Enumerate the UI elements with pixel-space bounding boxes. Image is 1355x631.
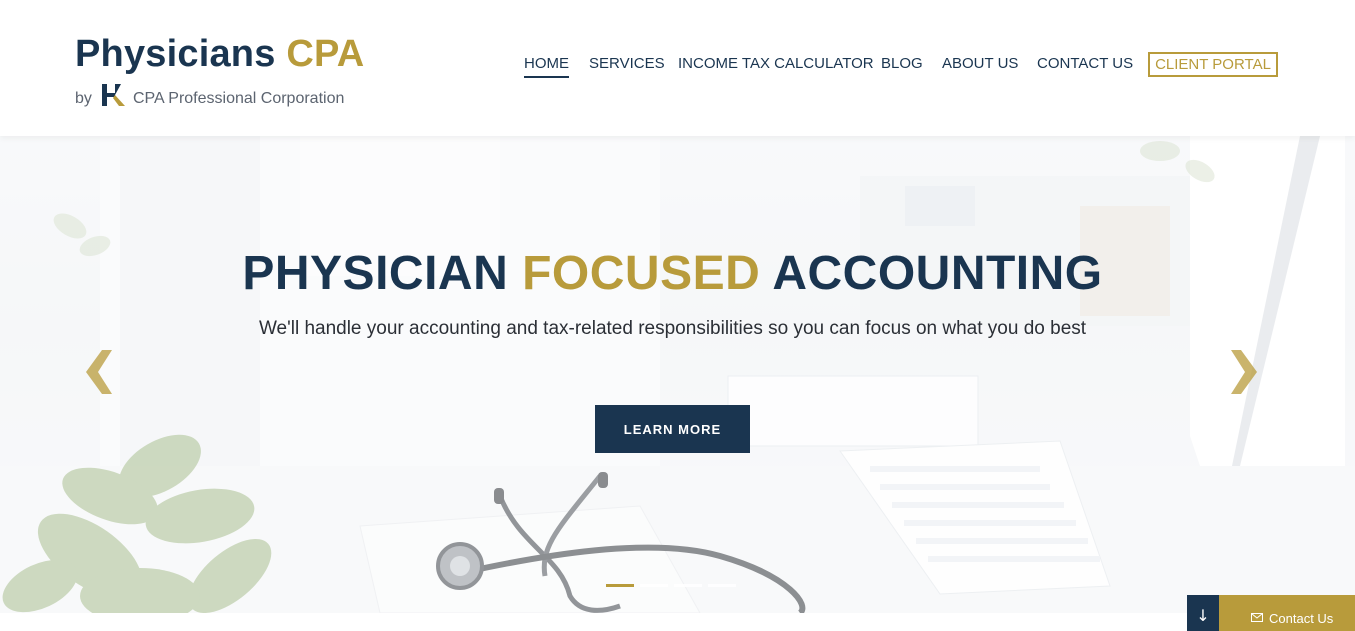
nav-item-blog[interactable]: BLOG [881,55,923,76]
logo-by-text: by [75,90,92,107]
hero-title-part2: ACCOUNTING [772,247,1103,300]
learn-more-button[interactable]: LEARN MORE [595,405,750,453]
hero-subtitle: We'll handle your accounting and tax-rel… [258,318,1087,339]
hero-title: PHYSICIAN FOCUSED ACCOUNTING [0,246,1345,301]
chevron-left-icon[interactable] [80,348,120,396]
hero-slider: PHYSICIAN FOCUSED ACCOUNTING We'll handl… [0,136,1355,613]
hk-logo-icon [102,84,125,106]
arrow-down-icon[interactable]: ↓ [1187,595,1219,631]
nav-item-services[interactable]: SERVICES [589,55,665,76]
logo-subtitle: by CPA Professional Corporation [75,82,375,110]
nav-item-about-us[interactable]: ABOUT US [942,55,1018,76]
site-header: Physicians CPA by CPA Professional Corpo… [0,0,1355,136]
hero-background-image [0,136,1355,613]
logo-title: Physicians CPA [75,32,364,76]
client-portal-button[interactable]: CLIENT PORTAL [1148,52,1278,77]
hero-title-part1: PHYSICIAN [242,247,509,300]
hero-title-accent: FOCUSED [522,247,761,300]
logo-corporation-text: CPA Professional Corporation [133,90,345,107]
slider-dot-4[interactable] [708,584,736,587]
envelope-icon [1251,613,1263,622]
nav-item-home[interactable]: HOME [524,55,569,78]
slider-dot-2[interactable] [640,584,668,587]
nav-item-contact-us[interactable]: CONTACT US [1037,55,1133,76]
slider-dot-1[interactable] [606,584,634,587]
site-logo[interactable]: Physicians CPA by CPA Professional Corpo… [75,32,364,107]
nav-item-income-tax-calculator[interactable]: INCOME TAX CALCULATOR [678,55,874,76]
contact-us-tab[interactable]: Contact Us [1219,595,1355,631]
logo-title-main: Physicians [75,33,276,75]
contact-us-label: Contact Us [1269,611,1334,626]
chevron-right-icon[interactable] [1223,348,1263,396]
slider-dot-3[interactable] [674,584,702,587]
logo-title-accent: CPA [286,33,365,75]
